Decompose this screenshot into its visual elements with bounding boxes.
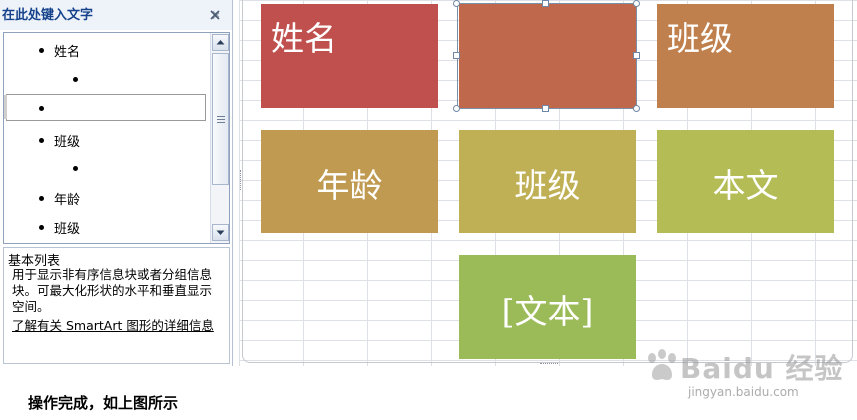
pane-title: 在此处键入文字 xyxy=(2,8,94,23)
shape-text: 姓名 xyxy=(271,19,337,58)
list-item[interactable]: 姓名 xyxy=(4,37,208,63)
shape-text: 班级 xyxy=(667,19,733,58)
shape-text: [文本] xyxy=(501,292,594,331)
watermark-url: jingyan.baidu.com xyxy=(688,385,799,399)
scroll-down-button[interactable] xyxy=(212,224,229,241)
close-icon[interactable] xyxy=(208,8,222,22)
shape-6[interactable]: 本文 xyxy=(657,130,834,233)
resize-handle[interactable] xyxy=(542,105,549,112)
shape-5[interactable]: 班级 xyxy=(459,130,636,233)
shape-3[interactable]: 班级 xyxy=(657,4,834,108)
bullet-icon xyxy=(39,106,44,111)
list-scrollbar[interactable] xyxy=(210,33,229,243)
arrow-down-icon xyxy=(216,230,225,235)
shape-text: 班级 xyxy=(514,166,581,205)
list-item[interactable] xyxy=(4,66,208,92)
grip-line xyxy=(217,122,225,123)
list-item[interactable]: 年龄 xyxy=(4,185,208,211)
layout-description: 基本列表 用于显示非有序信息块或者分组信息块。可最大化形状的水平和垂直显示空间。… xyxy=(3,247,230,364)
resize-handle[interactable] xyxy=(453,52,460,59)
bullet-icon xyxy=(39,48,44,53)
shape-2[interactable] xyxy=(459,4,636,108)
grip-line xyxy=(217,116,225,117)
list-item-label: 班级 xyxy=(54,135,81,150)
list-item-selected[interactable] xyxy=(4,94,208,121)
shape-text: 年龄 xyxy=(316,166,383,205)
list-item-label: 姓名 xyxy=(54,45,81,60)
selection-marker xyxy=(4,95,7,119)
pane-header: 在此处键入文字 xyxy=(0,0,232,30)
shape-1[interactable]: 姓名 xyxy=(261,4,438,108)
list-item[interactable]: 班级 xyxy=(4,214,208,240)
resize-grip[interactable] xyxy=(540,363,558,367)
resize-handle[interactable] xyxy=(542,0,549,7)
resize-handle[interactable] xyxy=(453,0,460,7)
grip-line xyxy=(217,119,225,120)
scroll-thumb[interactable] xyxy=(212,53,229,185)
arrow-up-icon xyxy=(216,40,225,45)
list-item-label: 年龄 xyxy=(54,193,81,208)
resize-handle[interactable] xyxy=(633,52,640,59)
shape-4[interactable]: 年龄 xyxy=(261,130,438,233)
caption: 操作完成，如上图所示 xyxy=(28,394,179,412)
resize-handle[interactable] xyxy=(453,105,460,112)
resize-handle[interactable] xyxy=(633,0,640,7)
resize-handle[interactable] xyxy=(633,105,640,112)
list-item[interactable]: 班级 xyxy=(4,127,208,153)
pane-toggle-grip[interactable] xyxy=(240,170,243,190)
bullet-icon xyxy=(73,77,78,82)
bullet-icon xyxy=(39,196,44,201)
scroll-up-button[interactable] xyxy=(212,34,229,51)
list-item[interactable] xyxy=(4,155,208,181)
shape-7[interactable]: [文本] xyxy=(459,255,636,359)
selection-box xyxy=(6,94,206,121)
list-item-label: 班级 xyxy=(54,222,81,237)
bullet-icon xyxy=(39,225,44,230)
bullet-icon xyxy=(73,166,78,171)
layout-description-text: 用于显示非有序信息块或者分组信息块。可最大化形状的水平和垂直显示空间。 xyxy=(12,267,213,314)
shape-text: 本文 xyxy=(712,166,779,205)
smartart-help-link[interactable]: 了解有关 SmartArt 图形的详细信息 xyxy=(12,318,226,334)
bullet-list[interactable]: 姓名 班级 年龄 班级 xyxy=(3,32,230,244)
bullet-icon xyxy=(39,138,44,143)
text-pane: 在此处键入文字 姓名 班级 年龄 班级 基本列表 用于显示非有序信息块或者分组信… xyxy=(0,0,233,366)
